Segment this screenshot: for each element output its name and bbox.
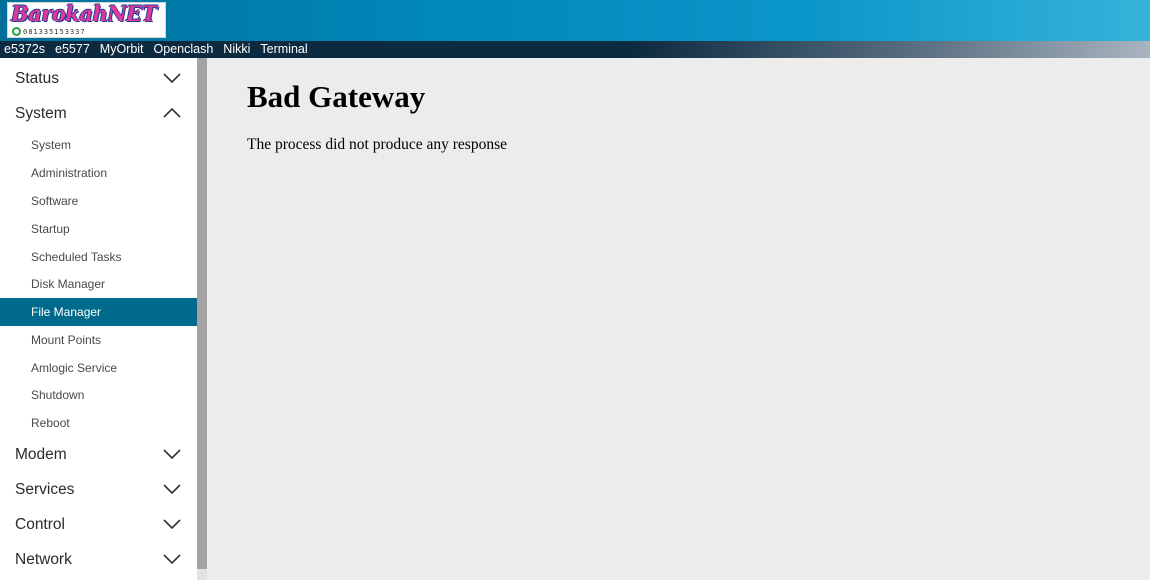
sidebar-category-label: Modem <box>15 446 67 463</box>
topnav-link-terminal[interactable]: Terminal <box>260 41 307 58</box>
error-message: The process did not produce any response <box>247 136 507 153</box>
chevron-up-icon <box>163 107 181 118</box>
sidebar-category-services[interactable]: Services <box>0 472 197 507</box>
sidebar-category-status[interactable]: Status <box>0 61 197 96</box>
sidebar-item-label: Scheduled Tasks <box>31 250 122 264</box>
sidebar-category-control[interactable]: Control <box>0 507 197 542</box>
sidebar-item-administration[interactable]: Administration <box>0 159 197 187</box>
topnav-link-openclash[interactable]: Openclash <box>154 41 214 58</box>
sidebar-item-system[interactable]: System <box>0 131 197 159</box>
sidebar-category-label: Control <box>15 516 65 533</box>
logo[interactable]: BarokahNET 081335153337 <box>7 2 166 38</box>
whatsapp-icon <box>12 27 21 36</box>
sidebar-item-label: System <box>31 138 72 152</box>
logo-text: BarokahNET <box>11 2 157 26</box>
sidebar-item-label: Amlogic Service <box>31 361 118 375</box>
sidebar-item-label: Disk Manager <box>31 277 106 291</box>
sidebar-item-startup[interactable]: Startup <box>0 215 197 243</box>
sidebar-item-label: Shutdown <box>31 388 85 402</box>
sidebar-item-software[interactable]: Software <box>0 187 197 215</box>
chevron-down-icon <box>163 73 181 84</box>
topnav-link-e5577[interactable]: e5577 <box>55 41 90 58</box>
chevron-down-icon <box>163 554 181 565</box>
topnav-link-e5372s[interactable]: e5372s <box>4 41 45 58</box>
sidebar-scrollbar[interactable] <box>197 58 207 569</box>
sidebar-item-scheduled-tasks[interactable]: Scheduled Tasks <box>0 243 197 271</box>
sidebar-item-label: Mount Points <box>31 333 102 347</box>
page-title: Bad Gateway <box>247 79 426 114</box>
sidebar-item-shutdown[interactable]: Shutdown <box>0 381 197 409</box>
sidebar-item-mount-points[interactable]: Mount Points <box>0 326 197 354</box>
logo-phone-row: 081335153337 <box>12 26 86 37</box>
sidebar-category-label: System <box>15 105 67 122</box>
sidebar-item-label: File Manager <box>31 305 102 319</box>
sidebar-item-label: Startup <box>31 222 70 236</box>
chevron-down-icon <box>163 484 181 495</box>
sidebar-scrollbar-track <box>197 569 207 580</box>
logo-phone-number: 081335153337 <box>23 27 86 36</box>
sidebar-item-amlogic-service[interactable]: Amlogic Service <box>0 354 197 382</box>
sidebar-category-network[interactable]: Network <box>0 542 197 577</box>
sidebar-category-label: Status <box>15 70 59 87</box>
sidebar-item-disk-manager[interactable]: Disk Manager <box>0 270 197 298</box>
sidebar: Status System System Administration Soft… <box>0 58 197 580</box>
sidebar-item-label: Reboot <box>31 416 70 430</box>
topnav-link-myorbit[interactable]: MyOrbit <box>100 41 144 58</box>
chevron-down-icon <box>163 519 181 530</box>
chevron-down-icon <box>163 449 181 460</box>
header-bar: BarokahNET 081335153337 <box>0 0 1150 41</box>
sidebar-item-file-manager[interactable]: File Manager <box>0 298 197 326</box>
sidebar-category-system[interactable]: System <box>0 96 197 131</box>
sidebar-category-modem[interactable]: Modem <box>0 437 197 472</box>
sidebar-item-label: Administration <box>31 166 108 180</box>
sidebar-category-label: Network <box>15 551 72 568</box>
sidebar-category-label: Services <box>15 481 75 498</box>
topnav-link-nikki[interactable]: Nikki <box>223 41 250 58</box>
top-nav: e5372s e5577 MyOrbit Openclash Nikki Ter… <box>0 41 1150 58</box>
sidebar-item-reboot[interactable]: Reboot <box>0 409 197 437</box>
sidebar-item-label: Software <box>31 194 79 208</box>
